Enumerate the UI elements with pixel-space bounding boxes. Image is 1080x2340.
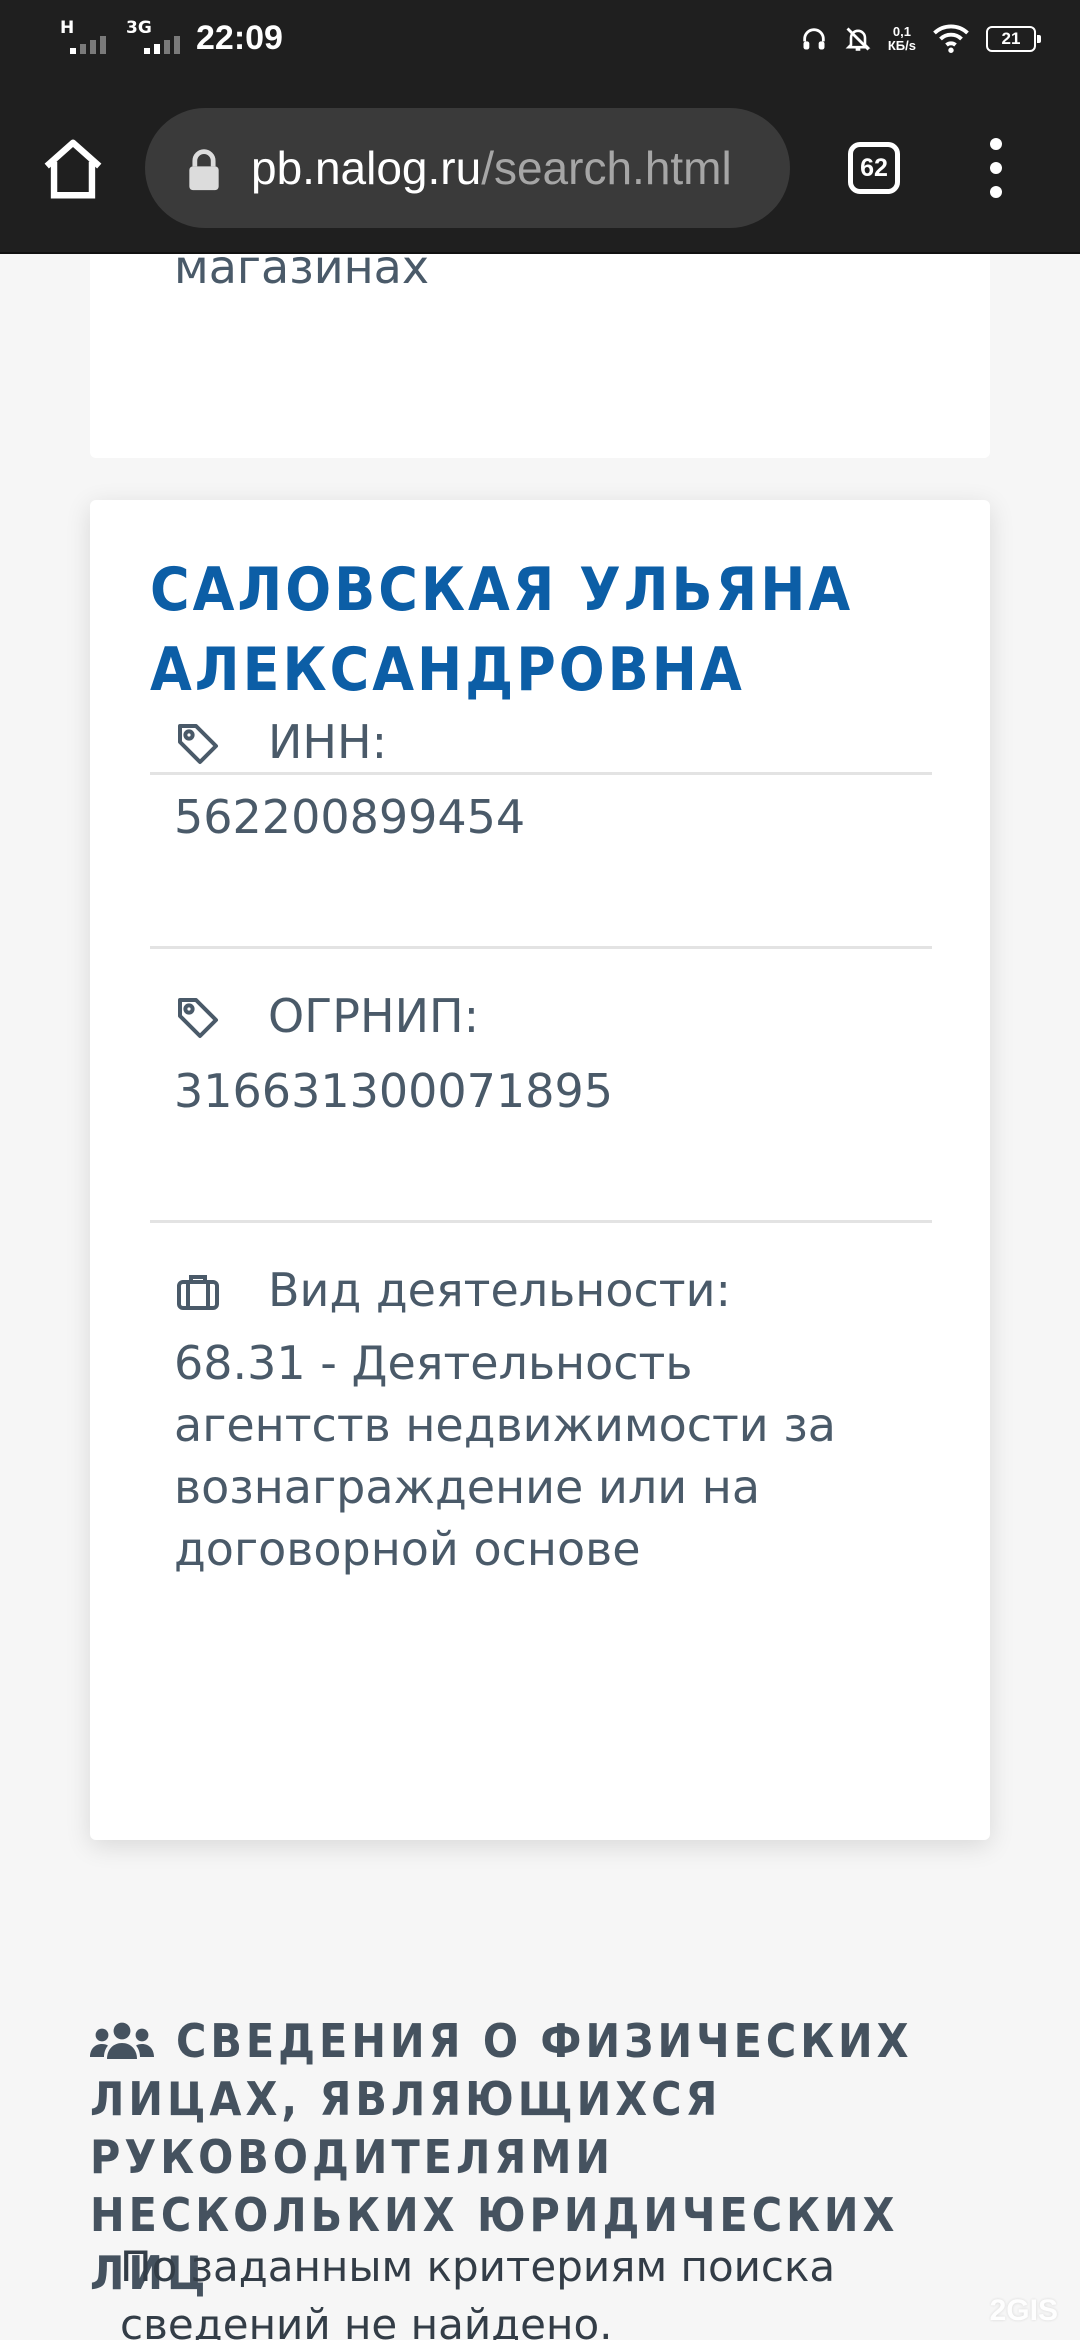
person-name: САЛОВСКАЯ УЛЬЯНА АЛЕКСАНДРОВНА [150, 555, 854, 705]
network-speed-unit: КБ/s [887, 38, 916, 53]
url-host: pb.nalog.ru [251, 142, 482, 194]
url-text[interactable]: pb.nalog.ru/search.html [251, 138, 732, 198]
page-content: специализированных магазинах САЛОВСКАЯ У… [0, 254, 1080, 2340]
home-icon[interactable] [38, 134, 108, 204]
activity-value: 68.31 - Деятельность агентств недвижимос… [174, 1336, 836, 1576]
signal-strength-1: H [60, 18, 112, 56]
inn-value: 562200899454 [174, 790, 526, 844]
tag-icon [178, 998, 218, 1038]
ogrnip-label: ОГРНИП: [268, 989, 480, 1043]
clock: 22:09 [196, 19, 283, 57]
network-type-label: H [60, 18, 75, 38]
watermark-logo: 2GIS [989, 2294, 1058, 2327]
battery-indicator: 21 [986, 26, 1041, 52]
briefcase-icon [177, 1275, 219, 1310]
browser-toolbar: pb.nalog.ru/search.html 62 [0, 84, 1080, 254]
tab-switcher-button[interactable]: 62 [848, 142, 900, 194]
network-type-label-2: 3G [126, 18, 152, 38]
activity-label: Вид деятельности: [268, 1263, 731, 1317]
empty-state-text: По заданным критериям поиска сведений не… [120, 2242, 836, 2340]
inn-label: ИНН: [268, 715, 388, 769]
signal-strength-2: 3G [126, 18, 180, 56]
address-bar[interactable]: pb.nalog.ru/search.html [145, 108, 790, 228]
url-path: /search.html [481, 142, 732, 194]
network-speed-value: 0,1 [892, 24, 911, 39]
previous-card-text: специализированных магазинах [174, 254, 430, 294]
previous-result-card: специализированных магазинах [90, 254, 990, 458]
more-vertical-icon[interactable] [976, 138, 1016, 198]
tag-icon [178, 724, 218, 764]
divider [150, 946, 932, 949]
notifications-off-icon [845, 27, 871, 51]
lock-icon [189, 149, 219, 191]
wifi-icon [933, 24, 969, 53]
result-card: САЛОВСКАЯ УЛЬЯНА АЛЕКСАНДРОВНА ИНН: 5622… [90, 500, 990, 1840]
ogrnip-value: 316631300071895 [174, 1064, 613, 1118]
headphones-icon [803, 28, 825, 50]
divider [150, 772, 932, 775]
status-bar: H 3G 22:09 0,1 КБ/s 21 [0, 0, 1080, 84]
divider [150, 1220, 932, 1223]
users-icon [90, 2022, 154, 2059]
network-speed: 0,1 КБ/s [888, 25, 916, 53]
